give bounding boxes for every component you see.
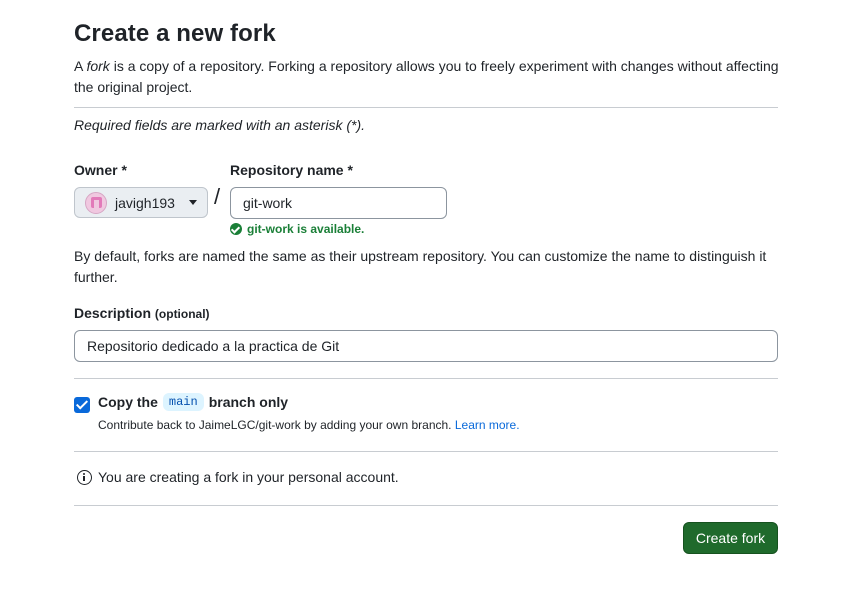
description-input[interactable] [74, 330, 778, 362]
info-icon [77, 469, 92, 485]
description-label: Description (optional) [74, 305, 210, 321]
availability-text: git-work is available. [247, 222, 365, 236]
default-name-note: By default, forks are named the same as … [74, 248, 767, 285]
owner-repo-separator: / [214, 184, 221, 209]
owner-label: Owner * [74, 162, 127, 178]
required-note: Required fields are marked with an aster… [74, 117, 366, 133]
optional-tag: (optional) [154, 307, 210, 321]
repository-name-label: Repository name * [230, 162, 353, 178]
divider [74, 107, 778, 108]
create-fork-button[interactable]: Create fork [683, 522, 778, 554]
fork-term: fork [86, 58, 110, 74]
learn-more-link[interactable]: Learn more. [455, 418, 520, 432]
copy-branch-label[interactable]: Copy the main branch only [98, 393, 288, 411]
copy-main-branch-checkbox[interactable] [74, 397, 90, 413]
page-title: Create a new fork [74, 20, 276, 47]
check-circle-icon [230, 223, 242, 235]
repository-name-input[interactable] [230, 187, 447, 219]
branch-name-code: main [162, 393, 204, 411]
page-intro: A fork is a copy of a repository. Forkin… [74, 58, 779, 95]
avatar [85, 191, 107, 214]
divider [74, 505, 778, 506]
divider [74, 451, 778, 452]
divider [74, 378, 778, 379]
fork-info-text: You are creating a fork in your personal… [98, 469, 399, 485]
owner-name: javigh193 [115, 194, 175, 211]
fork-info: You are creating a fork in your personal… [77, 469, 399, 485]
copy-branch-help: Contribute back to JaimeLGC/git-work by … [98, 418, 520, 432]
owner-select[interactable]: javigh193 [74, 187, 208, 218]
triangle-down-icon [188, 200, 197, 205]
availability-status: git-work is available. [230, 222, 364, 236]
